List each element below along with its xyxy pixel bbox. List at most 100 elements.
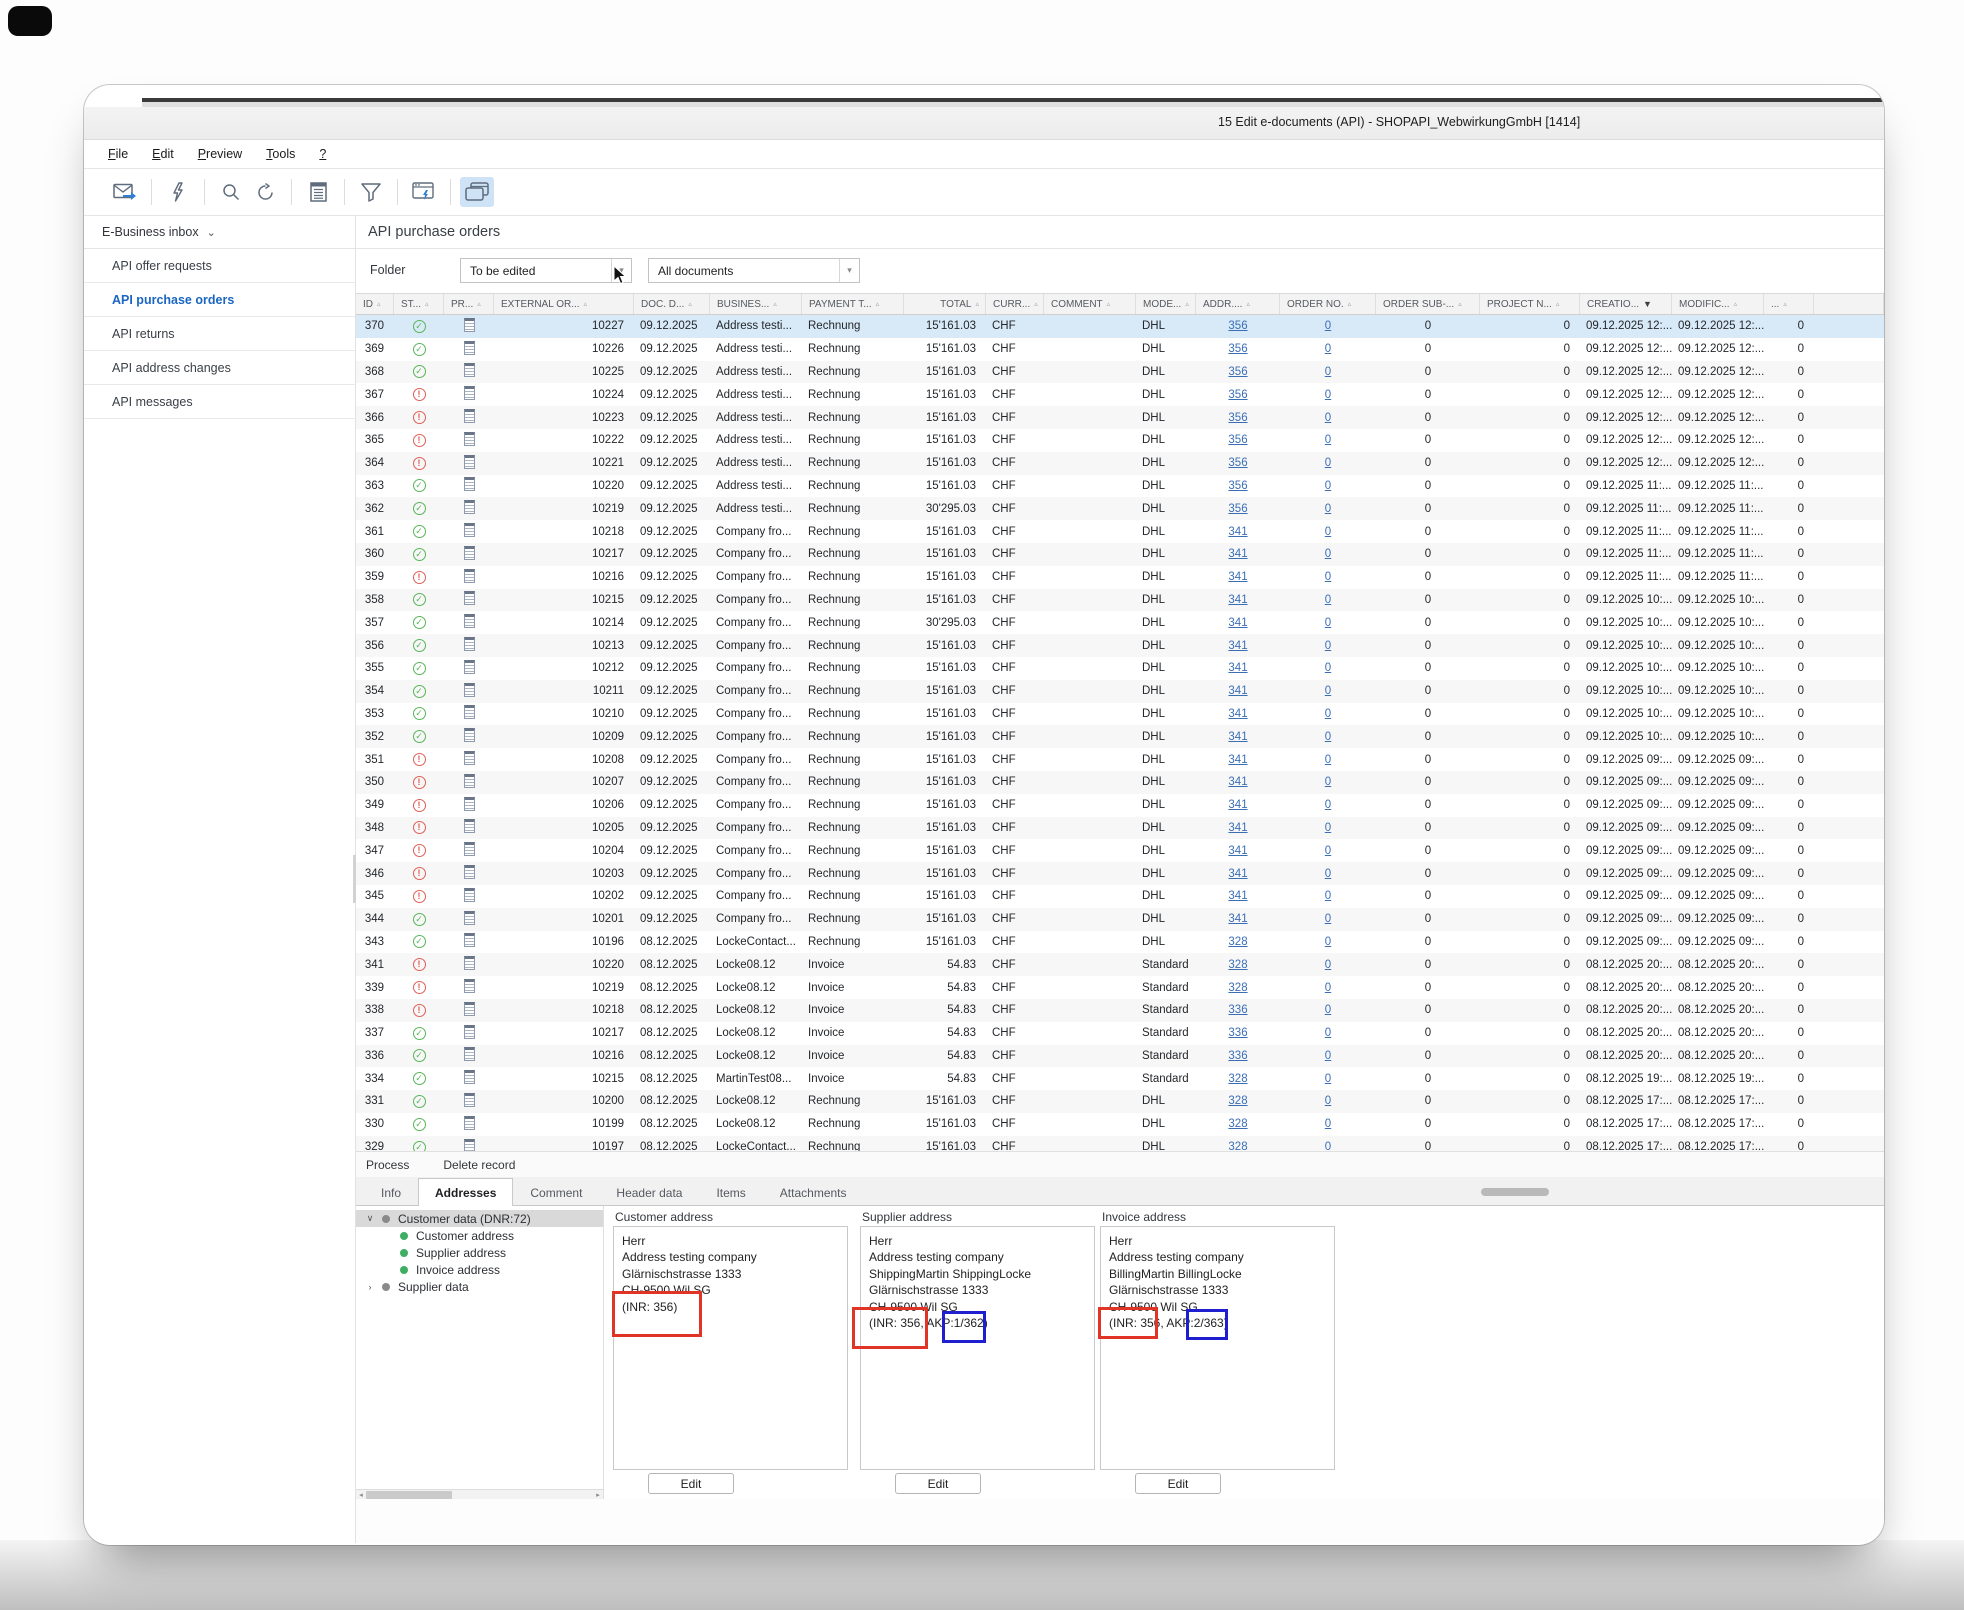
- order-no-link[interactable]: 0: [1325, 1027, 1331, 1039]
- order-no-link[interactable]: 0: [1325, 457, 1331, 469]
- order-no-link[interactable]: 0: [1325, 708, 1331, 720]
- document-icon[interactable]: [464, 1002, 475, 1016]
- document-icon[interactable]: [464, 842, 475, 856]
- tree-item-supplier-address[interactable]: Supplier address: [356, 1244, 603, 1261]
- table-row[interactable]: 348!1020509.12.2025Company fro...Rechnun…: [356, 817, 1884, 840]
- order-no-link[interactable]: 0: [1325, 731, 1331, 743]
- order-no-link[interactable]: 0: [1325, 662, 1331, 674]
- table-row[interactable]: 370✓1022709.12.2025Address testi...Rechn…: [356, 315, 1884, 338]
- order-no-link[interactable]: 0: [1325, 412, 1331, 424]
- order-no-link[interactable]: 0: [1325, 1118, 1331, 1130]
- document-icon[interactable]: [464, 774, 475, 788]
- document-icon[interactable]: [464, 1116, 475, 1130]
- order-no-link[interactable]: 0: [1325, 754, 1331, 766]
- document-icon[interactable]: [464, 683, 475, 697]
- process-record-button[interactable]: Process: [366, 1158, 409, 1172]
- sidebar-item-api-returns[interactable]: API returns: [84, 317, 355, 351]
- order-no-link[interactable]: 0: [1325, 480, 1331, 492]
- order-no-link[interactable]: 0: [1325, 799, 1331, 811]
- order-no-link[interactable]: 0: [1325, 913, 1331, 925]
- order-no-link[interactable]: 0: [1325, 503, 1331, 515]
- tree-horizontal-scrollbar[interactable]: ◂▸: [356, 1489, 603, 1499]
- sidebar-item-api-address-changes[interactable]: API address changes: [84, 351, 355, 385]
- column-header[interactable]: TOTAL▵: [904, 294, 986, 314]
- table-row[interactable]: 366!1022309.12.2025Address testi...Rechn…: [356, 406, 1884, 429]
- table-row[interactable]: 334✓1021508.12.2025MartinTest08...Invoic…: [356, 1067, 1884, 1090]
- address-link[interactable]: 341: [1228, 799, 1247, 811]
- address-link[interactable]: 328: [1228, 959, 1247, 971]
- address-link[interactable]: 341: [1228, 640, 1247, 652]
- column-header[interactable]: PROJECT N...▵: [1480, 294, 1580, 314]
- column-header[interactable]: ST...▵: [394, 294, 444, 314]
- table-row[interactable]: 352✓1020909.12.2025Company fro...Rechnun…: [356, 725, 1884, 748]
- document-icon[interactable]: [464, 797, 475, 811]
- edit-address-button[interactable]: Edit: [648, 1473, 734, 1494]
- address-link[interactable]: 328: [1228, 1095, 1247, 1107]
- table-row[interactable]: 367!1022409.12.2025Address testi...Rechn…: [356, 383, 1884, 406]
- table-row[interactable]: 344✓1020109.12.2025Company fro...Rechnun…: [356, 908, 1884, 931]
- column-header[interactable]: PAYMENT T...▵: [802, 294, 904, 314]
- column-header[interactable]: BUSINES...▵: [710, 294, 802, 314]
- process-button[interactable]: [161, 177, 195, 207]
- document-icon[interactable]: [464, 546, 475, 560]
- order-no-link[interactable]: 0: [1325, 776, 1331, 788]
- document-icon[interactable]: [464, 819, 475, 833]
- table-row[interactable]: 330✓1019908.12.2025Locke08.12Rechnung15'…: [356, 1113, 1884, 1136]
- table-row[interactable]: 356✓1021309.12.2025Company fro...Rechnun…: [356, 634, 1884, 657]
- table-row[interactable]: 360✓1021709.12.2025Company fro...Rechnun…: [356, 543, 1884, 566]
- document-icon[interactable]: [464, 386, 475, 400]
- address-link[interactable]: 356: [1228, 389, 1247, 401]
- address-link[interactable]: 328: [1228, 982, 1247, 994]
- document-icon[interactable]: [464, 979, 475, 993]
- table-row[interactable]: 339!1021908.12.2025Locke08.12Invoice54.8…: [356, 976, 1884, 999]
- tab-comment[interactable]: Comment: [513, 1179, 599, 1205]
- column-header[interactable]: MODE...▵: [1136, 294, 1196, 314]
- table-row[interactable]: 337✓1021708.12.2025Locke08.12Invoice54.8…: [356, 1022, 1884, 1045]
- order-no-link[interactable]: 0: [1325, 1050, 1331, 1062]
- sidebar-item-api-purchase-orders[interactable]: API purchase orders: [84, 283, 355, 317]
- edit-address-button[interactable]: Edit: [895, 1473, 981, 1494]
- address-link[interactable]: 341: [1228, 571, 1247, 583]
- table-row[interactable]: 355✓1021209.12.2025Company fro...Rechnun…: [356, 657, 1884, 680]
- order-no-link[interactable]: 0: [1325, 1004, 1331, 1016]
- table-row[interactable]: 346!1020309.12.2025Company fro...Rechnun…: [356, 862, 1884, 885]
- sidebar-item-api-messages[interactable]: API messages: [84, 385, 355, 419]
- order-no-link[interactable]: 0: [1325, 594, 1331, 606]
- tab-attachments[interactable]: Attachments: [763, 1179, 864, 1205]
- sidebar-item-api-offer-requests[interactable]: API offer requests: [84, 249, 355, 283]
- order-no-link[interactable]: 0: [1325, 959, 1331, 971]
- column-header[interactable]: EXTERNAL OR...▵: [494, 294, 634, 314]
- address-link[interactable]: 341: [1228, 913, 1247, 925]
- column-header[interactable]: MODIFIC...▵: [1672, 294, 1764, 314]
- table-row[interactable]: 359!1021609.12.2025Company fro...Rechnun…: [356, 566, 1884, 589]
- document-icon[interactable]: [464, 933, 475, 947]
- tree-item-invoice-address[interactable]: Invoice address: [356, 1261, 603, 1278]
- document-icon[interactable]: [464, 1047, 475, 1061]
- horizontal-scrollbar-thumb[interactable]: [1481, 1188, 1549, 1196]
- order-no-link[interactable]: 0: [1325, 617, 1331, 629]
- column-header[interactable]: CREATIO...▼: [1580, 294, 1672, 314]
- windows-stack-button[interactable]: [460, 177, 494, 207]
- document-icon[interactable]: [464, 318, 475, 332]
- address-link[interactable]: 356: [1228, 503, 1247, 515]
- menu-item-[interactable]: ?: [319, 147, 326, 161]
- address-link[interactable]: 341: [1228, 662, 1247, 674]
- order-no-link[interactable]: 0: [1325, 1073, 1331, 1085]
- address-link[interactable]: 341: [1228, 685, 1247, 697]
- address-link[interactable]: 336: [1228, 1050, 1247, 1062]
- address-link[interactable]: 341: [1228, 548, 1247, 560]
- table-row[interactable]: 338!1021808.12.2025Locke08.12Invoice54.8…: [356, 999, 1884, 1022]
- table-row[interactable]: 365!1022209.12.2025Address testi...Rechn…: [356, 429, 1884, 452]
- scroll-left-arrow-icon[interactable]: ◂: [356, 1491, 366, 1499]
- address-link[interactable]: 341: [1228, 845, 1247, 857]
- menu-item-file[interactable]: File: [108, 147, 128, 161]
- order-no-link[interactable]: 0: [1325, 320, 1331, 332]
- search-button[interactable]: [214, 177, 248, 207]
- order-no-link[interactable]: 0: [1325, 685, 1331, 697]
- address-link[interactable]: 341: [1228, 526, 1247, 538]
- document-icon[interactable]: [464, 956, 475, 970]
- column-header[interactable]: ORDER SUB-...▵: [1376, 294, 1480, 314]
- send-mail-button[interactable]: [108, 177, 142, 207]
- order-no-link[interactable]: 0: [1325, 640, 1331, 652]
- table-row[interactable]: 361✓1021809.12.2025Company fro...Rechnun…: [356, 520, 1884, 543]
